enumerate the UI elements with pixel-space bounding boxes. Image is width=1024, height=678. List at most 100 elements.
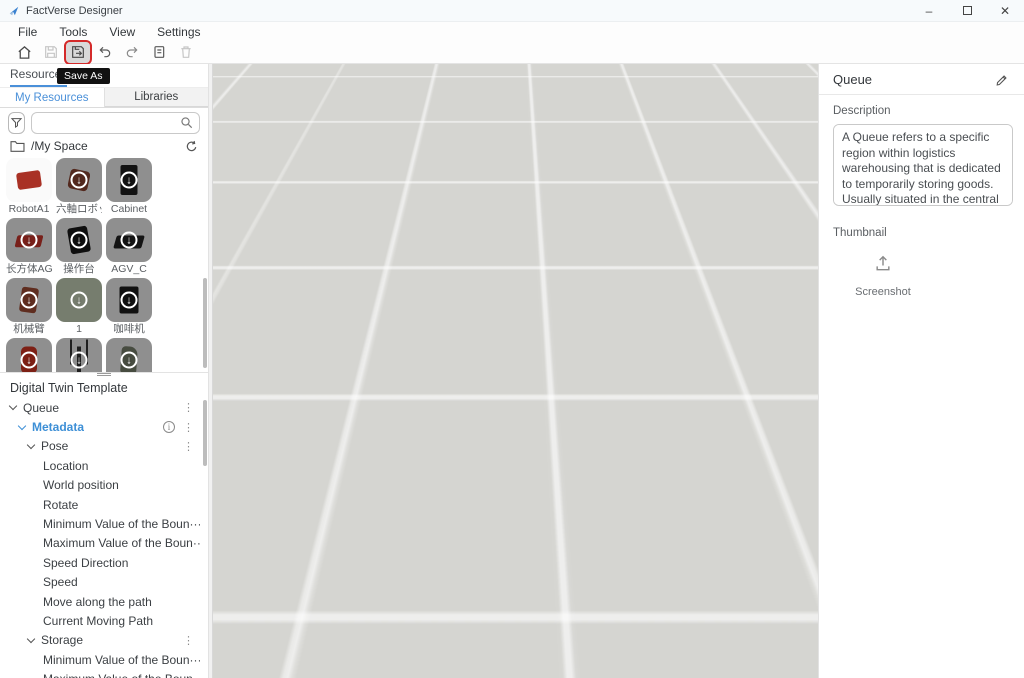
- tree-scrollbar[interactable]: [203, 400, 207, 466]
- resource-label: 六軸ロボッ···: [56, 202, 102, 217]
- more-menu-icon[interactable]: ⋮: [183, 401, 194, 414]
- close-button[interactable]: ✕: [986, 0, 1024, 21]
- info-icon[interactable]: i: [163, 421, 175, 433]
- home-icon: [16, 44, 33, 61]
- tree-item-metadata[interactable]: Metadata i ⋮: [0, 417, 200, 436]
- save-as-button[interactable]: [66, 42, 90, 63]
- orbit-left-button[interactable]: [795, 96, 813, 114]
- queue-object-scene: [213, 64, 818, 678]
- orbit-down-button[interactable]: [764, 67, 782, 85]
- chevron-down-icon[interactable]: [9, 402, 17, 410]
- resource-item-coffee-machine[interactable]: ↓ 咖啡机: [106, 278, 152, 337]
- description-textarea[interactable]: A Queue refers to a specific region with…: [833, 124, 1013, 206]
- tree-item-move-along-path[interactable]: Move along the path: [0, 592, 200, 611]
- resource-item-sixaxis-robot[interactable]: ↓ 六軸ロボッ···: [56, 158, 102, 217]
- more-menu-icon[interactable]: ⋮: [183, 421, 194, 434]
- resource-item-robot-arm[interactable]: ↓ 机械臂: [6, 278, 52, 337]
- robot-thumbnail: [16, 170, 42, 190]
- download-icon: ↓: [71, 232, 88, 249]
- tree-item-current-moving-path[interactable]: Current Moving Path: [0, 611, 200, 630]
- left-handle-sphere[interactable]: [350, 341, 364, 355]
- download-icon: ↓: [121, 172, 138, 189]
- resource-label: Cabinet: [106, 202, 152, 217]
- maximize-button[interactable]: [948, 0, 986, 21]
- download-icon: ↓: [121, 292, 138, 309]
- chevron-down-icon[interactable]: [18, 421, 26, 429]
- filter-icon: [10, 116, 23, 129]
- resource-item-renti[interactable]: ↓ RenTi_2020···: [6, 338, 52, 372]
- resource-label: 操作台: [56, 262, 102, 277]
- digital-twin-template-header: Digital Twin Template: [0, 377, 208, 398]
- tab-my-resources[interactable]: My Resources: [0, 88, 105, 107]
- download-icon: ↓: [21, 232, 38, 249]
- thumbnail-label: Thumbnail: [833, 227, 1010, 239]
- refresh-icon[interactable]: [185, 140, 198, 153]
- menu-settings[interactable]: Settings: [157, 25, 200, 39]
- resource-item-men-g[interactable]: ↓ men_G: [56, 338, 102, 372]
- viewport-grid-button[interactable]: ▦: [799, 124, 814, 139]
- tree-item-storage-min-bound[interactable]: Minimum Value of the Boun···: [0, 650, 200, 669]
- resource-item-godzilla[interactable]: ↓ Godzilla: [106, 338, 152, 372]
- tree-item-speed[interactable]: Speed: [0, 573, 200, 592]
- resource-item-robota1[interactable]: RobotA1: [6, 158, 52, 217]
- tree-item-pose[interactable]: Pose ⋮: [0, 437, 200, 456]
- edit-pencil-icon[interactable]: [995, 72, 1010, 87]
- minimize-button[interactable]: –: [910, 0, 948, 21]
- delete-button[interactable]: [174, 42, 198, 63]
- search-input[interactable]: [38, 117, 180, 129]
- maximize-icon: [963, 6, 972, 15]
- orbit-right-button[interactable]: [736, 96, 754, 114]
- chevron-down-icon[interactable]: [27, 635, 35, 643]
- tree-item-rotate[interactable]: Rotate: [0, 495, 200, 514]
- download-icon: ↓: [121, 232, 138, 249]
- search-icon[interactable]: [180, 116, 193, 129]
- tree-item-speed-direction[interactable]: Speed Direction: [0, 553, 200, 572]
- tree-item-min-bound[interactable]: Minimum Value of the Boun···: [0, 514, 200, 533]
- tree-item-location[interactable]: Location: [0, 456, 200, 475]
- chevron-down-icon[interactable]: [27, 441, 35, 449]
- resource-item-1[interactable]: ↓ 1: [56, 278, 102, 337]
- viewport-settings-button[interactable]: ⚙: [798, 68, 813, 83]
- resource-item-agv-c[interactable]: ↓ AGV_C: [106, 218, 152, 277]
- download-icon: ↓: [71, 352, 88, 369]
- right-handle-sphere[interactable]: [662, 340, 676, 354]
- resource-item-cabinet[interactable]: ↓ Cabinet: [106, 158, 152, 217]
- save-icon: [43, 44, 59, 60]
- menu-file[interactable]: File: [18, 25, 37, 39]
- document-button[interactable]: [147, 42, 171, 63]
- resource-item-cuboid-agv[interactable]: ↓ 长方体AGV: [6, 218, 52, 277]
- screenshot-upload[interactable]: Screenshot: [851, 253, 915, 298]
- trash-icon: [178, 44, 194, 60]
- object-name-badge[interactable]: Name: [500, 227, 535, 243]
- view-orientation-cube[interactable]: [758, 89, 796, 127]
- tab-libraries[interactable]: Libraries: [105, 88, 209, 107]
- resources-scrollbar[interactable]: [203, 278, 207, 368]
- more-menu-icon[interactable]: ⋮: [183, 440, 194, 453]
- save-as-tooltip: Save As: [57, 68, 110, 84]
- filter-button[interactable]: [8, 112, 25, 134]
- panel-splitter[interactable]: [0, 372, 208, 376]
- tree-item-max-bound[interactable]: Maximum Value of the Boun···: [0, 534, 200, 553]
- properties-header: Queue: [819, 64, 1024, 95]
- more-menu-icon[interactable]: ⋮: [183, 634, 194, 647]
- undo-button[interactable]: [93, 42, 117, 63]
- home-button[interactable]: [12, 42, 36, 63]
- viewport-3d[interactable]: Name ⚙ ▦: [213, 64, 818, 678]
- tree-item-storage[interactable]: Storage ⋮: [0, 631, 200, 650]
- resource-label: RobotA1: [6, 202, 52, 217]
- undo-icon: [97, 44, 113, 60]
- tree-item-world-position[interactable]: World position: [0, 476, 200, 495]
- tree-item-queue[interactable]: Queue ⋮: [0, 398, 200, 417]
- gear-icon: ⚙: [801, 70, 810, 81]
- redo-button[interactable]: [120, 42, 144, 63]
- resource-subtabs: My Resources Libraries: [0, 88, 208, 108]
- properties-panel: Queue Description A Queue refers to a sp…: [818, 64, 1024, 678]
- menu-tools[interactable]: Tools: [59, 25, 87, 39]
- resource-item-console[interactable]: ↓ 操作台: [56, 218, 102, 277]
- save-button[interactable]: [39, 42, 63, 63]
- queue-tray-surface[interactable]: [360, 324, 667, 386]
- app-logo-icon: [8, 5, 20, 17]
- current-path: /My Space: [31, 139, 179, 153]
- tree-item-storage-max-bound[interactable]: Maximum Value of the Boun···: [0, 669, 200, 678]
- menu-view[interactable]: View: [109, 25, 135, 39]
